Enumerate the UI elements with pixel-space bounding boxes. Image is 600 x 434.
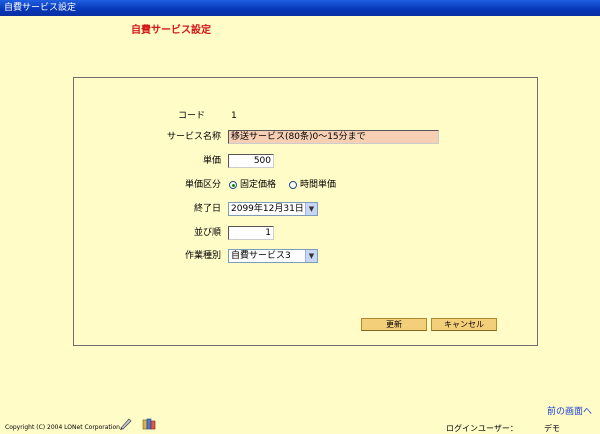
end-date-select[interactable]: 2099年12月31日 ▼: [228, 202, 318, 216]
end-date-value: 2099年12月31日: [231, 204, 304, 214]
fixed-price-radio[interactable]: [229, 181, 237, 189]
work-type-value: 自費サービス3: [231, 251, 291, 261]
unit-price-input[interactable]: 500: [228, 154, 274, 168]
hourly-price-radio[interactable]: [289, 181, 297, 189]
books-icon[interactable]: [142, 417, 156, 433]
service-name-label: サービス名称: [166, 132, 221, 142]
code-label: コード: [177, 111, 205, 121]
chevron-down-icon[interactable]: ▼: [305, 203, 317, 215]
work-type-select[interactable]: 自費サービス3 ▼: [228, 249, 318, 263]
hourly-price-label: 時間単価: [300, 180, 337, 190]
fixed-price-label: 固定価格: [240, 180, 277, 190]
login-user-label: ログインユーザー：: [446, 424, 518, 433]
service-name-input[interactable]: 移送サービス(80条)0～15分まで: [228, 130, 439, 144]
copyright-text: Copyright (C) 2004 LONet Corporation: [5, 424, 120, 431]
unit-price-label: 単価: [202, 156, 221, 166]
work-type-label: 作業種別: [184, 251, 221, 261]
end-date-label: 終了日: [193, 204, 221, 214]
pen-icon[interactable]: [119, 417, 133, 433]
page-title: 自費サービス設定: [131, 25, 211, 36]
code-value: 1: [231, 111, 237, 121]
login-user-name: デモ: [544, 424, 560, 433]
chevron-down-icon[interactable]: ▼: [305, 250, 317, 262]
sort-order-label: 並び順: [193, 228, 221, 238]
update-button[interactable]: 更新: [361, 318, 427, 331]
cancel-button[interactable]: キャンセル: [431, 318, 497, 331]
sort-order-input[interactable]: 1: [228, 226, 274, 240]
back-link[interactable]: 前の画面へ: [547, 404, 592, 417]
window-titlebar: 自費サービス設定: [0, 0, 600, 16]
price-type-label: 単価区分: [184, 180, 221, 190]
